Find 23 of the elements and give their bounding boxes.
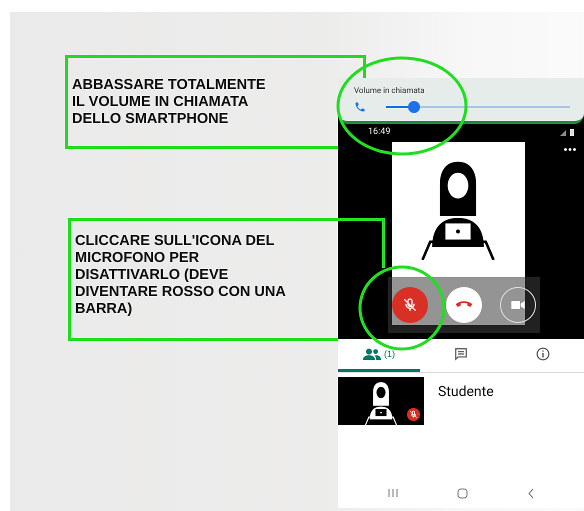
muted-microphone-icon [402, 297, 418, 313]
annotation-text: MICROFONO PER [75, 250, 200, 267]
hang-up-icon [455, 300, 473, 310]
annotation-text: DIVENTARE ROSSO CON UNA [75, 284, 287, 301]
participant-name: Studente [438, 384, 494, 400]
more-options-icon[interactable] [564, 148, 576, 151]
status-time: 16:49 [368, 127, 390, 137]
back-icon[interactable] [526, 488, 534, 498]
annotation-text: DISATTIVARLO (DEVE [75, 267, 230, 284]
camera-button[interactable] [500, 287, 536, 323]
recent-apps-icon[interactable] [388, 488, 398, 498]
signal-battery-icon [560, 128, 576, 136]
chat-icon [454, 347, 468, 361]
people-icon [363, 348, 381, 360]
info-icon [536, 347, 550, 361]
annotation-text: BARRA) [75, 301, 134, 318]
slider-thumb[interactable] [408, 101, 420, 113]
annotation-text: IL VOLUME IN CHIAMATA [72, 94, 250, 111]
annotation-text: DELLO SMARTPHONE [72, 111, 230, 128]
home-icon[interactable] [456, 488, 468, 498]
annotation-text: CLICCARE SULL'ICONA DEL [75, 233, 276, 250]
volume-title: Volume in chiamata [354, 86, 426, 95]
phone-icon [354, 101, 366, 113]
